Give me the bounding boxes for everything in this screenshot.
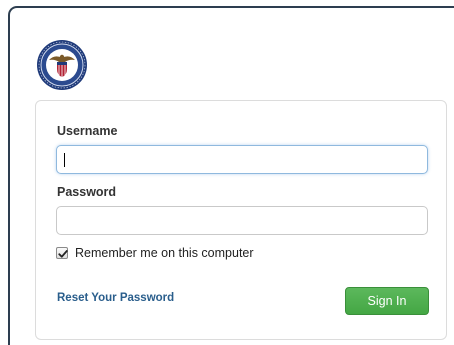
remember-me-checkbox[interactable] [56, 247, 68, 259]
remember-me-row[interactable]: Remember me on this computer [56, 245, 254, 261]
dol-seal-icon [36, 39, 88, 91]
password-label: Password [57, 185, 117, 199]
reset-password-link[interactable]: Reset Your Password [57, 292, 174, 304]
login-window: Username Password Remember me on this co… [8, 6, 454, 345]
sign-in-button[interactable]: Sign In [345, 287, 429, 315]
checkmark-icon [58, 250, 68, 258]
text-cursor [64, 153, 65, 167]
username-label: Username [57, 124, 118, 138]
remember-me-label: Remember me on this computer [75, 246, 254, 260]
login-card: Username Password Remember me on this co… [35, 100, 447, 340]
username-input[interactable] [56, 145, 428, 174]
password-input[interactable] [56, 206, 428, 235]
